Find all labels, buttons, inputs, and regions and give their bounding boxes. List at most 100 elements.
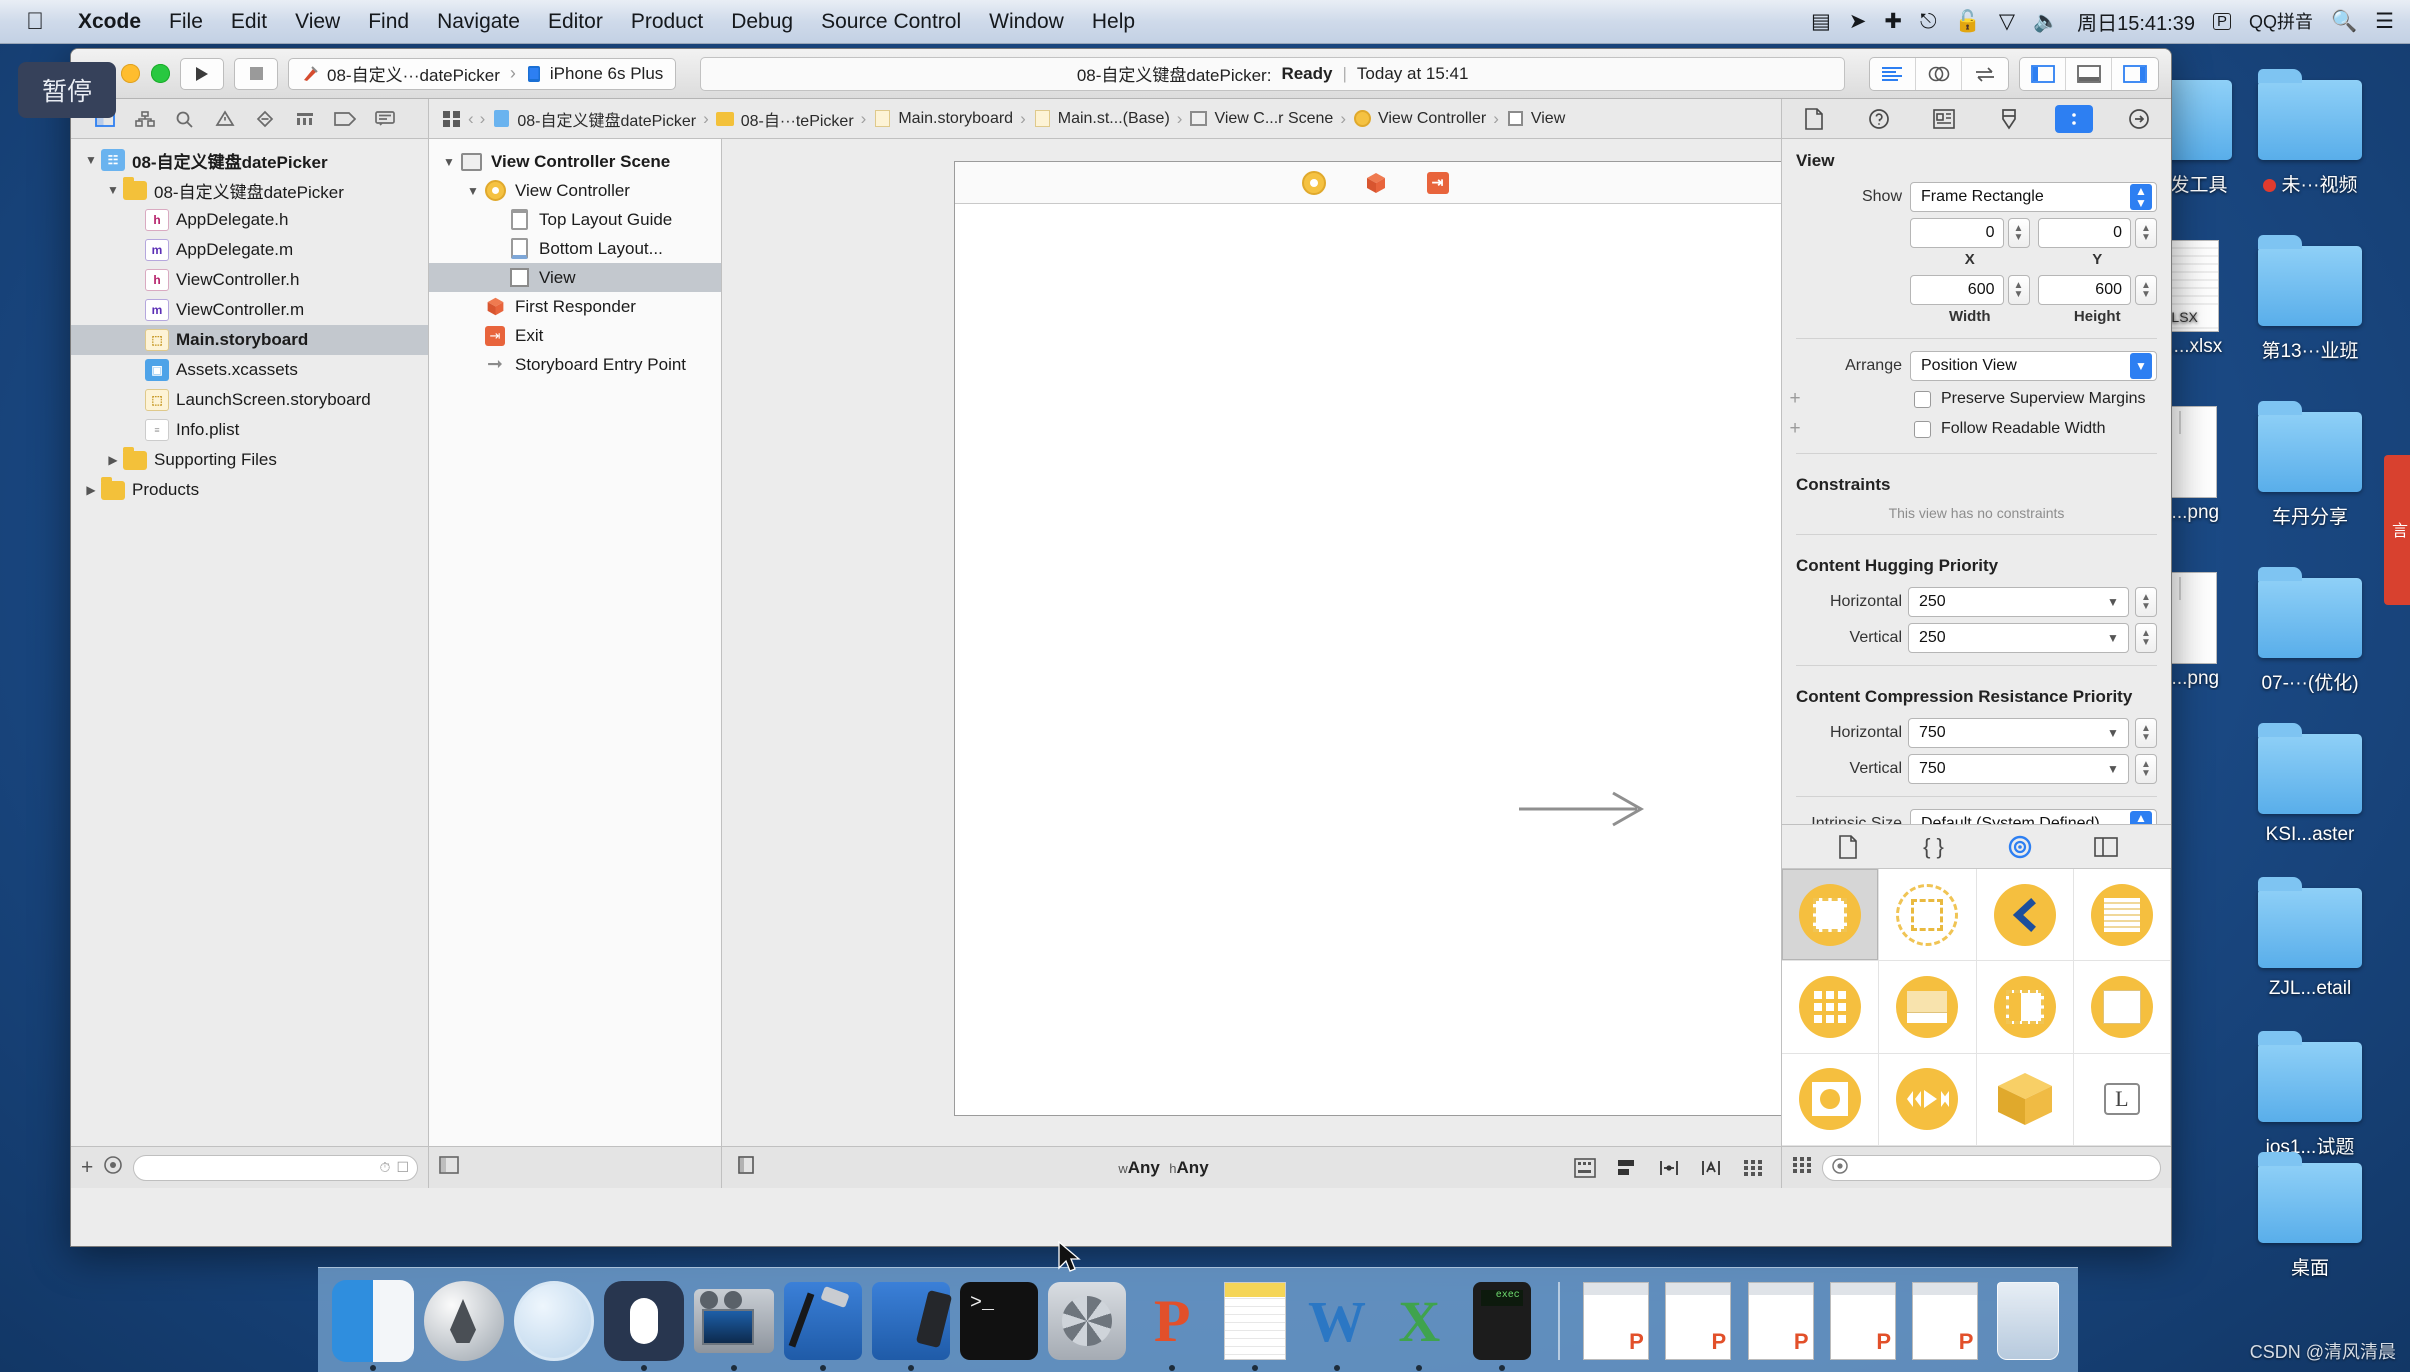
dock-item-finder[interactable]	[332, 1278, 414, 1371]
hugging-vertical-combo[interactable]: 250 ▼	[1908, 623, 2129, 653]
breadcrumb-item[interactable]: View C...r Scene	[1185, 110, 1337, 128]
dock-item-xcode-beta[interactable]	[872, 1278, 953, 1371]
dock-item-excel[interactable]: X	[1383, 1278, 1455, 1371]
library-item-table-view-controller-object[interactable]	[2073, 869, 2171, 962]
navigator-row[interactable]: ⬚ Main.storyboard	[71, 325, 428, 355]
height-stepper[interactable]: ▲ ▼	[2135, 275, 2157, 305]
library-item-tab-bar-controller-object[interactable]	[1879, 961, 1977, 1054]
add-constraint-button[interactable]: +	[1782, 418, 1808, 440]
dock-minimized-document-window-3[interactable]: P	[1909, 1278, 1981, 1364]
embed-icon[interactable]	[1739, 1156, 1767, 1180]
trash-icon[interactable]	[1992, 1278, 2064, 1364]
menu-item-source-control[interactable]: Source Control	[807, 10, 975, 34]
add-file-button[interactable]: +	[81, 1156, 93, 1180]
outline-row[interactable]: Top Layout Guide	[429, 205, 721, 234]
pin-icon[interactable]	[1655, 1156, 1683, 1180]
dock-item-xcode[interactable]	[784, 1278, 862, 1371]
scheme-destination-control[interactable]: 08-自定义···datePicker › iPhone 6s Plus	[288, 57, 677, 90]
library-item-view-controller-object[interactable]	[1782, 869, 1880, 962]
library-item-split-view-controller-object[interactable]	[1976, 961, 2074, 1054]
file-inspector-icon[interactable]	[1795, 105, 1833, 133]
connections-inspector-icon[interactable]	[2120, 105, 2158, 133]
disclosure-triangle-icon[interactable]: ▼	[463, 184, 483, 198]
symbol-navigator-icon[interactable]	[125, 104, 165, 134]
y-stepper[interactable]: ▲ ▼	[2135, 218, 2157, 248]
hide-outline-icon[interactable]	[439, 1156, 459, 1179]
menu-item-editor[interactable]: Editor	[534, 10, 617, 34]
dock-item-system-preferences[interactable]	[1048, 1278, 1126, 1364]
file-template-library-icon[interactable]	[1831, 833, 1865, 861]
compression-vertical-stepper[interactable]: ▲ ▼	[2135, 754, 2157, 784]
identity-inspector-icon[interactable]	[1925, 105, 1963, 133]
location-icon[interactable]: ➤	[1849, 11, 1867, 32]
destination-name[interactable]: iPhone 6s Plus	[550, 64, 663, 84]
navigator-row[interactable]: ▼ ☷ 08-自定义键盘datePicker	[71, 145, 428, 175]
constraints-icon[interactable]	[1571, 1156, 1599, 1180]
dock-item-safari[interactable]	[514, 1278, 594, 1364]
library-item-avkit-player-view-controller-object[interactable]	[1879, 1053, 1977, 1146]
add-constraint-button[interactable]: +	[1782, 388, 1808, 410]
navigator-filter-field[interactable]: ⏱ ☐	[133, 1154, 418, 1181]
navigator-row[interactable]: h AppDelegate.h	[71, 205, 428, 235]
hugging-horizontal-stepper[interactable]: ▲ ▼	[2135, 587, 2157, 617]
size-class-indicator[interactable]: wAny hAny	[756, 1158, 1571, 1178]
disclosure-triangle-icon[interactable]: ▶	[81, 483, 101, 497]
width-field[interactable]: 600	[1910, 275, 2004, 305]
dock-item-word[interactable]: W	[1301, 1278, 1373, 1371]
desktop-icon[interactable]: KSI...aster	[2235, 723, 2385, 846]
hugging-horizontal-combo[interactable]: 250 ▼	[1908, 587, 2129, 617]
first-responder-icon[interactable]	[1363, 170, 1389, 196]
dock-minimized-screenshot-window-1[interactable]: P	[1744, 1278, 1816, 1364]
disclosure-triangle-icon[interactable]: ▼	[439, 155, 459, 169]
menu-item-product[interactable]: Product	[617, 10, 717, 34]
dock-item-quicktime[interactable]	[694, 1278, 774, 1371]
library-item-navigation-controller-object[interactable]	[1976, 869, 2074, 962]
storyboard-canvas[interactable]: ⇥	[722, 139, 1781, 1146]
dock-item-launchpad[interactable]	[424, 1278, 504, 1364]
lock-icon[interactable]: 🔓	[1955, 11, 1981, 32]
navigator-row[interactable]: m ViewController.m	[71, 295, 428, 325]
run-button[interactable]	[180, 57, 224, 90]
back-button[interactable]: ‹	[465, 109, 477, 129]
breakpoint-navigator-icon[interactable]	[325, 104, 365, 134]
desktop-icon[interactable]: 未···视频	[2235, 69, 2385, 197]
dock-item-mouse-utility[interactable]	[604, 1278, 684, 1371]
outline-row[interactable]: First Responder	[429, 292, 721, 321]
dock-item-terminal[interactable]: >_	[960, 1278, 1038, 1364]
wifi-icon[interactable]: ▽	[1999, 11, 2015, 32]
menu-item-navigate[interactable]: Navigate	[423, 10, 534, 34]
report-navigator-icon[interactable]	[365, 104, 405, 134]
volume-icon[interactable]: 🔈	[2033, 11, 2059, 32]
align-icon[interactable]	[1613, 1156, 1641, 1180]
input-method-label[interactable]: QQ拼音	[2249, 13, 2313, 31]
height-field[interactable]: 600	[2037, 275, 2131, 305]
desktop-icon[interactable]: ios1...试题	[2235, 1031, 2385, 1159]
menu-item-debug[interactable]: Debug	[717, 10, 807, 34]
find-navigator-icon[interactable]	[165, 104, 205, 134]
outline-row[interactable]: View	[429, 263, 721, 292]
attributes-inspector-icon[interactable]	[1990, 105, 2028, 133]
issue-navigator-icon[interactable]	[205, 104, 245, 134]
outline-row[interactable]: ▼ View Controller	[429, 176, 721, 205]
breadcrumb-item[interactable]: Main.storyboard	[869, 110, 1017, 128]
view-controller-scene-canvas[interactable]: ⇥	[954, 161, 1781, 1116]
hugging-vertical-stepper[interactable]: ▲ ▼	[2135, 623, 2157, 653]
library-item-gl-kit-view-controller-object[interactable]	[1782, 1053, 1880, 1146]
exit-icon[interactable]: ⇥	[1425, 170, 1451, 196]
library-filter-field[interactable]	[1822, 1154, 2161, 1181]
toggle-document-outline-icon[interactable]	[736, 1156, 756, 1179]
menu-item-file[interactable]: File	[155, 10, 217, 34]
library-item-object-label-object[interactable]: L	[2073, 1053, 2171, 1146]
checkbox[interactable]	[1914, 390, 1931, 408]
menu-item-xcode[interactable]: Xcode	[64, 10, 155, 34]
breadcrumb-item[interactable]: View	[1502, 110, 1569, 128]
bluetooth-icon[interactable]: ⎋	[1920, 11, 1937, 32]
stop-button[interactable]	[234, 57, 278, 90]
dock-minimized-document-window-1[interactable]: P	[1580, 1278, 1652, 1364]
checkbox[interactable]	[1914, 420, 1931, 438]
x-field[interactable]: 0	[1910, 218, 2004, 248]
dock-minimized-document-window-2[interactable]: P	[1662, 1278, 1734, 1364]
outline-row[interactable]: ➞ Storyboard Entry Point	[429, 350, 721, 379]
desktop-icon[interactable]: 桌面	[2235, 1152, 2385, 1280]
test-navigator-icon[interactable]	[245, 104, 285, 134]
